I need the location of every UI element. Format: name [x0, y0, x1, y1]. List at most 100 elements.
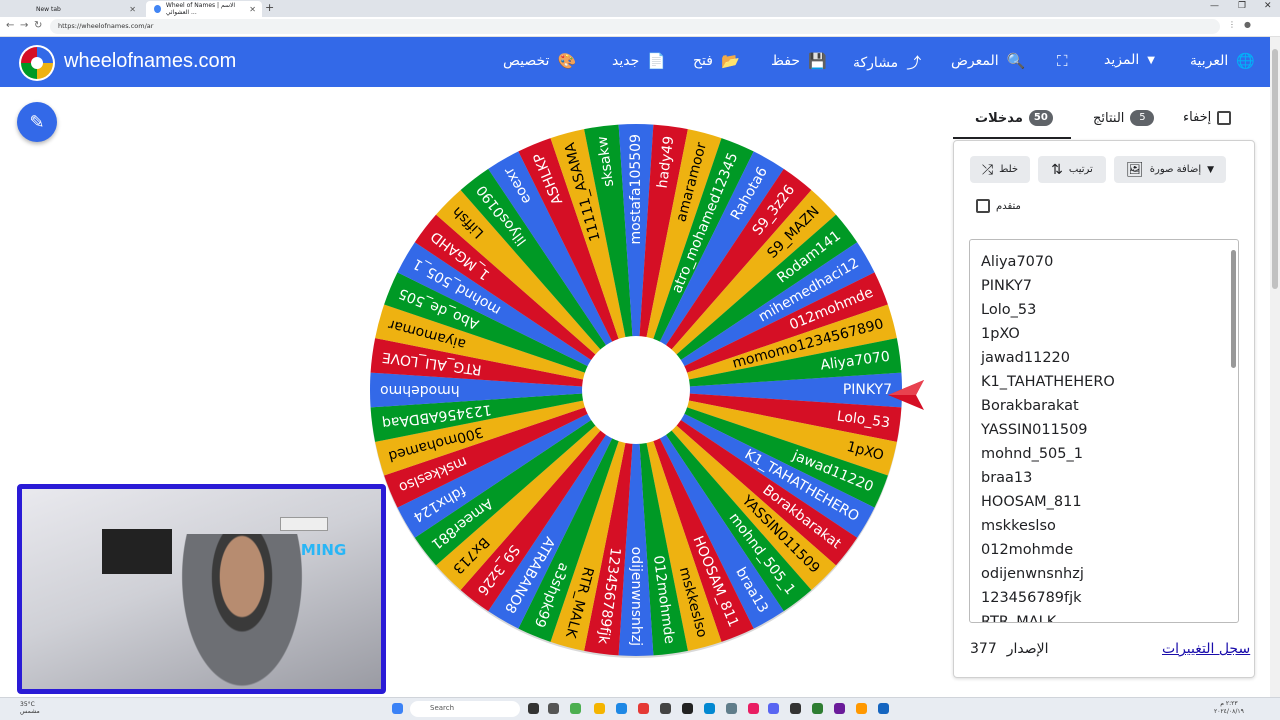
browser-tab-new[interactable]: New tab ✕: [28, 1, 142, 17]
app-icon[interactable]: [812, 703, 823, 714]
extensions-icon[interactable]: ⋮: [1228, 20, 1236, 29]
menu-share[interactable]: ⤴ مشاركة: [853, 52, 921, 73]
wheel-center[interactable]: [582, 336, 690, 444]
chrome-icon[interactable]: [594, 703, 605, 714]
entry-item[interactable]: 123456789fjk: [981, 586, 1115, 610]
edit-button[interactable]: ✎: [17, 102, 57, 142]
os-taskbar: 35°C مشمس Search ٢:٢٣ م ٢٠٢٤/٠٨/١٩: [0, 697, 1280, 720]
close-icon[interactable]: ✕: [249, 5, 256, 14]
add-image-button[interactable]: ▼ إضافة صورة 🖼: [1114, 156, 1226, 183]
minimize-icon[interactable]: —: [1210, 1, 1219, 11]
entry-item[interactable]: YASSIN011509: [981, 418, 1115, 442]
chrome-icon[interactable]: [570, 703, 581, 714]
entry-item[interactable]: PINKY7: [981, 274, 1115, 298]
tab-results[interactable]: 5 النتائج: [1093, 110, 1155, 126]
back-icon[interactable]: ←: [6, 20, 14, 31]
app-icon[interactable]: [704, 703, 715, 714]
webcam-overlay: GAMING: [17, 484, 386, 694]
tab-label: مدخلات: [975, 110, 1023, 126]
dropdown-icon: ▼: [1147, 54, 1155, 66]
wheel-svg[interactable]: PINKY7Lolo_531pXOjawad11220K1_TAHATHEHER…: [368, 122, 904, 658]
entry-item[interactable]: odijenwnsnhzj: [981, 562, 1115, 586]
entry-item[interactable]: jawad11220: [981, 346, 1115, 370]
app-icon[interactable]: [878, 703, 889, 714]
site-brand[interactable]: wheelofnames.com: [64, 50, 236, 73]
entry-item[interactable]: HOOSAM_811: [981, 490, 1115, 514]
new-tab-icon[interactable]: +: [265, 1, 274, 14]
discord-icon[interactable]: [768, 703, 779, 714]
browser-tab-wheel[interactable]: Wheel of Names | الاسم العشوائي ... ✕: [146, 1, 262, 17]
app-icon[interactable]: [834, 703, 845, 714]
app-icon[interactable]: [726, 703, 737, 714]
menu-open[interactable]: 📂 فتح: [693, 52, 740, 70]
tab-entries[interactable]: 50 مدخلات: [975, 110, 1053, 126]
palette-icon: 🎨: [557, 52, 577, 70]
menu-language[interactable]: 🌐 العربية: [1190, 52, 1255, 70]
menu-customize[interactable]: 🎨 تخصيص: [503, 52, 576, 70]
weather-desc: مشمس: [20, 708, 40, 715]
advanced-checkbox[interactable]: [976, 199, 990, 213]
menu-more[interactable]: ▼ المزيد: [1104, 52, 1155, 68]
address-bar: ← → ↻ https://wheelofnames.com/ar ⋮ ●: [0, 17, 1280, 37]
entry-item[interactable]: mohnd_505_1: [981, 442, 1115, 466]
menu-fullscreen[interactable]: ⛶: [1057, 52, 1068, 70]
app-icon[interactable]: [748, 703, 759, 714]
share-icon: ⤴: [906, 54, 922, 72]
app-icon[interactable]: [616, 703, 627, 714]
entry-item[interactable]: K1_TAHATHEHERO: [981, 370, 1115, 394]
menu-save[interactable]: 💾 حفظ: [771, 52, 827, 70]
app-icon[interactable]: [682, 703, 693, 714]
entry-item[interactable]: Aliya7070: [981, 250, 1115, 274]
pencil-icon: ✎: [29, 111, 45, 133]
sort-icon: ⇅: [1051, 161, 1063, 178]
image-icon: 🖼: [1125, 161, 1144, 178]
page-scrollbar[interactable]: [1270, 37, 1280, 697]
menu-label: جديد: [612, 53, 640, 69]
shuffle-button[interactable]: خلط ⤮: [970, 156, 1030, 183]
save-icon: 💾: [808, 52, 827, 70]
wheel[interactable]: PINKY7 Lolo_53 1pXO jawad11220 K1_TAHATHEHER…: [368, 122, 904, 658]
profile-icon[interactable]: ●: [1244, 20, 1251, 29]
entries-textarea[interactable]: Aliya7070 PINKY7 Lolo_53 1pXO jawad11220 K1_T…: [969, 239, 1239, 623]
entry-item[interactable]: braa13: [981, 466, 1115, 490]
scrollbar-thumb[interactable]: [1272, 49, 1278, 289]
app-icon[interactable]: [548, 703, 559, 714]
app-icon[interactable]: [790, 703, 801, 714]
entry-item[interactable]: 1pXO: [981, 322, 1115, 346]
button-label: إضافة صورة: [1149, 164, 1202, 175]
close-icon[interactable]: ✕: [129, 5, 136, 14]
taskview-icon[interactable]: [528, 703, 539, 714]
entries-scrollbar[interactable]: [1231, 250, 1236, 368]
close-window-icon[interactable]: ✕: [1264, 1, 1272, 11]
fullscreen-icon: ⛶: [1057, 52, 1068, 70]
reload-icon[interactable]: ↻: [34, 20, 42, 31]
app-icon[interactable]: [856, 703, 867, 714]
webcam-streamer: [172, 534, 312, 689]
hide-toggle[interactable]: إخفاء: [1183, 110, 1232, 125]
menu-new[interactable]: 📄 جديد: [612, 52, 666, 70]
menu-gallery[interactable]: 🔍 المعرض: [951, 52, 1025, 70]
app-icon[interactable]: [638, 703, 649, 714]
entry-item[interactable]: RTR_MALK: [981, 610, 1115, 622]
site-header: wheelofnames.com 🌐 العربية ▼ المزيد ⛶ 🔍 …: [0, 37, 1270, 87]
forward-icon[interactable]: →: [20, 20, 28, 31]
wheel-logo-icon[interactable]: [18, 44, 56, 82]
weather-widget[interactable]: 35°C مشمس: [20, 701, 40, 715]
menu-label: تخصيص: [503, 53, 550, 69]
entry-item[interactable]: mskkeslso: [981, 514, 1115, 538]
maximize-icon[interactable]: ❐: [1238, 1, 1246, 11]
app-icon[interactable]: [660, 703, 671, 714]
entry-item[interactable]: Lolo_53: [981, 298, 1115, 322]
sort-button[interactable]: ترتيب ⇅: [1038, 156, 1106, 183]
advanced-toggle[interactable]: متقدم: [976, 199, 1021, 213]
taskbar-clock[interactable]: ٢:٢٣ م ٢٠٢٤/٠٨/١٩: [1214, 700, 1244, 716]
entry-item[interactable]: 012mohmde: [981, 538, 1115, 562]
globe-icon: 🌐: [1236, 52, 1255, 70]
entry-item[interactable]: Borakbarakat: [981, 394, 1115, 418]
webcam-background-tv: [102, 529, 172, 574]
changelog-link[interactable]: سجل التغييرات: [1162, 641, 1250, 657]
hide-checkbox[interactable]: [1217, 110, 1232, 125]
windows-start-icon[interactable]: [392, 703, 403, 714]
url-input[interactable]: https://wheelofnames.com/ar: [50, 19, 1220, 34]
taskbar-search[interactable]: Search: [410, 701, 520, 717]
